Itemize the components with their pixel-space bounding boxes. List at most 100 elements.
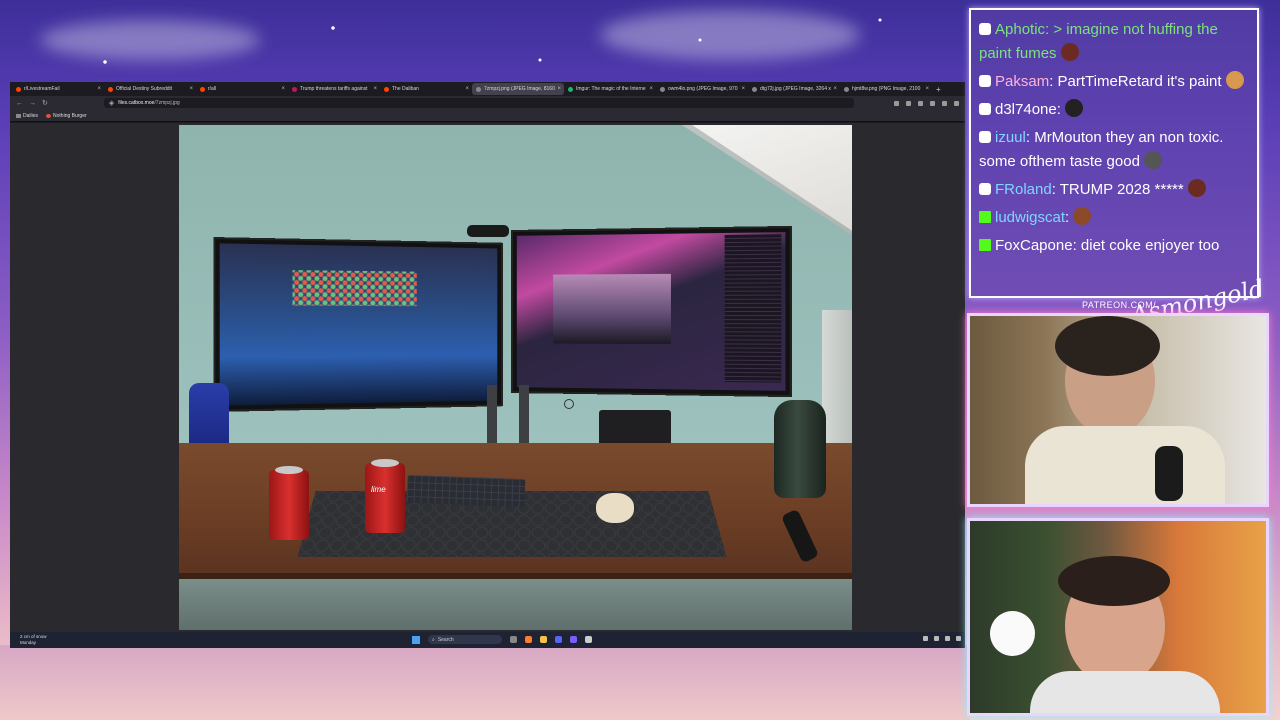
chat-username[interactable]: izuul bbox=[995, 129, 1026, 146]
chat-text: : PartTimeRetard it's paint bbox=[1049, 73, 1222, 90]
downloads-icon[interactable] bbox=[930, 100, 935, 106]
chat-username[interactable]: FRoland bbox=[995, 181, 1052, 198]
cloud-decoration bbox=[40, 20, 260, 60]
close-tab-icon[interactable]: × bbox=[741, 86, 745, 92]
browser-tab[interactable]: dtg72j.jpg (JPEG Image, 3264 x × bbox=[748, 83, 840, 95]
browser-window: r/LivestreamFail × Official Destiny Subred… bbox=[10, 82, 965, 648]
chat-message: FoxCapone: diet coke enjoyer too bbox=[979, 234, 1249, 258]
task-view-icon[interactable] bbox=[510, 636, 517, 643]
network-icon[interactable] bbox=[934, 636, 939, 641]
chat-username[interactable]: d3l74one bbox=[995, 101, 1057, 118]
close-tab-icon[interactable]: × bbox=[649, 86, 653, 92]
monitor-chat-column bbox=[724, 234, 782, 383]
address-bar[interactable]: ◈ files.catbox.moe/7zmpzj.jpg bbox=[103, 98, 854, 108]
chat-emote-icon bbox=[1187, 179, 1206, 197]
chat-emote-icon bbox=[1064, 99, 1083, 117]
guest-hair bbox=[1058, 556, 1170, 606]
taskbar-apps: ⌕ Search bbox=[412, 635, 592, 644]
weather-widget[interactable]: 2 cm of snow Monday bbox=[20, 634, 47, 646]
bookmark-nothing-burger[interactable]: Nothing Burger bbox=[46, 113, 87, 119]
chat-username[interactable]: FoxCapone bbox=[995, 237, 1073, 254]
chat-text: : diet coke enjoyer too bbox=[1072, 237, 1220, 254]
stream-chat: Aphotic: > imagine not huffing the paint… bbox=[969, 8, 1259, 298]
close-tab-icon[interactable]: × bbox=[925, 86, 929, 92]
back-icon[interactable]: ← bbox=[16, 100, 23, 107]
close-tab-icon[interactable]: × bbox=[97, 86, 101, 92]
reader-view-icon[interactable] bbox=[894, 100, 899, 106]
chat-text: : TRUMP 2028 ***** bbox=[1051, 181, 1184, 198]
close-tab-icon[interactable]: × bbox=[281, 86, 285, 92]
account-icon[interactable] bbox=[942, 100, 947, 106]
weather-day: Monday bbox=[20, 640, 37, 645]
soda-can: lime bbox=[365, 459, 405, 533]
firefox-icon[interactable] bbox=[525, 636, 532, 643]
soda-can bbox=[269, 466, 309, 540]
browser-tab[interactable]: owm4lo.png (JPEG Image, 970 × bbox=[656, 83, 748, 95]
chat-badge-icon bbox=[979, 103, 991, 115]
tab-label: r/LivestreamFail bbox=[24, 86, 60, 92]
app-icon[interactable] bbox=[570, 636, 577, 643]
tab-favicon-icon bbox=[292, 86, 297, 92]
monitor-arm bbox=[487, 385, 497, 447]
chevron-up-icon[interactable] bbox=[923, 636, 928, 641]
bookmarks-bar: Dailies Nothing Burger bbox=[10, 110, 965, 122]
chat-username[interactable]: ludwigscat bbox=[995, 209, 1065, 226]
close-tab-icon[interactable]: × bbox=[833, 86, 837, 92]
close-tab-icon[interactable]: × bbox=[189, 86, 193, 92]
bookmark-star-icon[interactable] bbox=[906, 100, 911, 106]
close-tab-icon[interactable]: × bbox=[557, 86, 561, 92]
monitor-arm bbox=[519, 385, 529, 447]
browser-tab[interactable]: 7zmpzj.png (JPEG Image, 8160 × bbox=[472, 83, 564, 95]
tab-label: dtg72j.jpg (JPEG Image, 3264 x bbox=[760, 86, 831, 92]
navigation-bar: ← → ↻ ◈ files.catbox.moe/7zmpzj.jpg bbox=[10, 96, 965, 110]
chat-username[interactable]: Paksam bbox=[995, 73, 1049, 90]
chat-username[interactable]: Aphotic bbox=[995, 21, 1045, 38]
shield-icon[interactable]: ◈ bbox=[109, 99, 114, 107]
search-icon: ⌕ bbox=[432, 636, 435, 643]
windows-start-icon[interactable] bbox=[412, 635, 420, 644]
tab-favicon-icon bbox=[16, 86, 21, 92]
reload-icon[interactable]: ↻ bbox=[42, 99, 48, 107]
chat-text: : bbox=[1056, 101, 1061, 118]
browser-tab[interactable]: r/all × bbox=[196, 83, 288, 95]
tab-favicon-icon bbox=[844, 86, 849, 92]
chat-emote-icon bbox=[1225, 71, 1244, 89]
webcam bbox=[467, 225, 509, 237]
tab-favicon-icon bbox=[108, 86, 113, 92]
browser-tab[interactable]: r/LivestreamFail × bbox=[12, 83, 104, 95]
streamer-webcam bbox=[967, 313, 1269, 507]
file-explorer-icon[interactable] bbox=[540, 636, 547, 643]
settings-icon[interactable] bbox=[585, 636, 592, 643]
image-viewer: lime bbox=[10, 123, 965, 632]
bookmark-dailies[interactable]: Dailies bbox=[16, 113, 38, 119]
chat-message: Paksam: PartTimeRetard it's paint bbox=[979, 70, 1249, 94]
guest-shirt bbox=[1030, 671, 1220, 713]
stream-preview bbox=[553, 273, 671, 345]
close-tab-icon[interactable]: × bbox=[373, 86, 377, 92]
browser-tab[interactable]: hjmt8w.png (PNG Image, 2100 × bbox=[840, 83, 932, 95]
discord-icon[interactable] bbox=[555, 636, 562, 643]
taskbar-search[interactable]: ⌕ Search bbox=[428, 635, 502, 644]
browser-tab[interactable]: The Daliban × bbox=[380, 83, 472, 95]
kick-badge-icon bbox=[979, 211, 991, 223]
tab-label: The Daliban bbox=[392, 86, 419, 92]
floor bbox=[179, 579, 852, 630]
chat-message: FRoland: TRUMP 2028 ***** bbox=[979, 178, 1249, 202]
chat-message: d3l74one: bbox=[979, 98, 1249, 122]
plant-pot bbox=[990, 611, 1035, 656]
extensions-icon[interactable] bbox=[918, 100, 923, 106]
browser-tab[interactable]: Trump threatens tariffs against × bbox=[288, 83, 380, 95]
forward-icon[interactable]: → bbox=[29, 100, 36, 107]
close-tab-icon[interactable]: × bbox=[465, 86, 469, 92]
cloud-decoration bbox=[600, 10, 860, 60]
bottom-cloud-band bbox=[0, 645, 970, 720]
menu-icon[interactable] bbox=[954, 100, 959, 106]
tab-label: r/all bbox=[208, 86, 217, 92]
volume-icon[interactable] bbox=[945, 636, 950, 641]
desk-setup-photo[interactable]: lime bbox=[179, 125, 852, 630]
browser-tab[interactable]: Imgur: The magic of the Interne × bbox=[564, 83, 656, 95]
browser-tab[interactable]: Official Destiny Subreddit × bbox=[104, 83, 196, 95]
notification-icon[interactable] bbox=[956, 636, 961, 641]
new-tab-button[interactable]: + bbox=[936, 85, 941, 94]
left-monitor bbox=[213, 237, 503, 412]
